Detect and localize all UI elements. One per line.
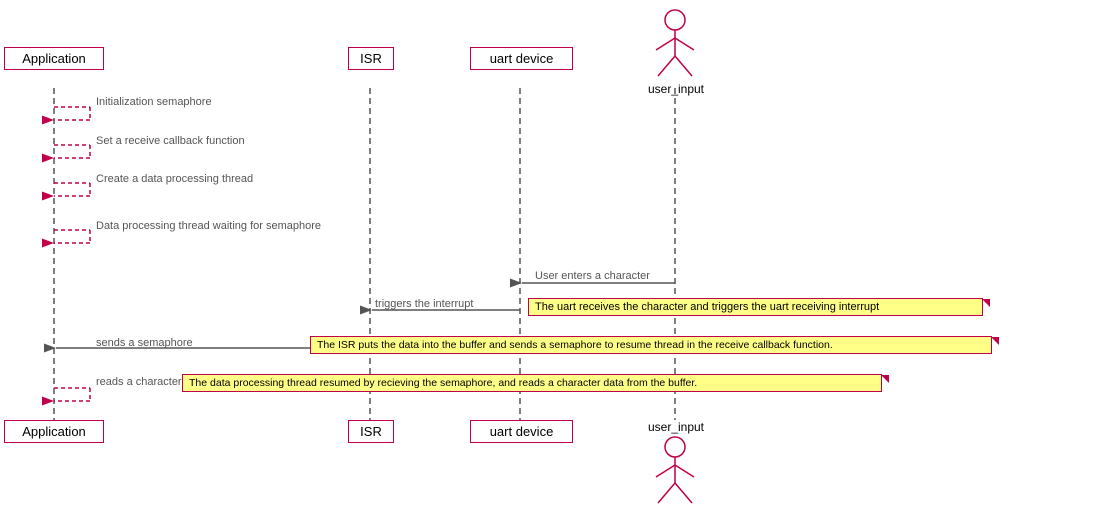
sequence-diagram: Application ISR uart device user_input I…: [0, 0, 1111, 510]
note-isr-buffer: The ISR puts the data into the buffer an…: [310, 336, 992, 354]
actor-isr-bottom-label: ISR: [360, 424, 382, 439]
msg-user-enters: User enters a character: [535, 270, 650, 282]
msg-create-thread: Create a data processing thread: [96, 173, 253, 185]
note-data-processing: The data processing thread resumed by re…: [182, 374, 882, 392]
msg-sends-semaphore: sends a semaphore: [96, 337, 193, 349]
actor-application-bottom: Application: [4, 420, 104, 443]
actor-application-top-label: Application: [22, 51, 86, 66]
msg-waiting-semaphore: Data processing thread waiting for semap…: [96, 220, 321, 232]
msg-triggers-interrupt: triggers the interrupt: [375, 298, 473, 310]
actor-user-input-bottom: [648, 435, 702, 507]
actor-user-input-top: [648, 8, 702, 80]
actor-isr-top-label: ISR: [360, 51, 382, 66]
actor-application-bottom-label: Application: [22, 424, 86, 439]
actor-user-input-top-label: user_input: [641, 82, 711, 96]
actor-uart-top: uart device: [470, 47, 573, 70]
msg-reads-char: reads a character: [96, 376, 182, 388]
note-uart-interrupt: The uart receives the character and trig…: [528, 298, 983, 316]
actor-uart-top-label: uart device: [490, 51, 554, 66]
msg-init-semaphore: Initialization semaphore: [96, 96, 212, 108]
actor-isr-bottom: ISR: [348, 420, 394, 443]
actor-user-input-bottom-label: user_input: [641, 420, 711, 434]
actor-application-top: Application: [4, 47, 104, 70]
actor-isr-top: ISR: [348, 47, 394, 70]
actor-uart-bottom: uart device: [470, 420, 573, 443]
actor-uart-bottom-label: uart device: [490, 424, 554, 439]
msg-callback: Set a receive callback function: [96, 135, 245, 147]
